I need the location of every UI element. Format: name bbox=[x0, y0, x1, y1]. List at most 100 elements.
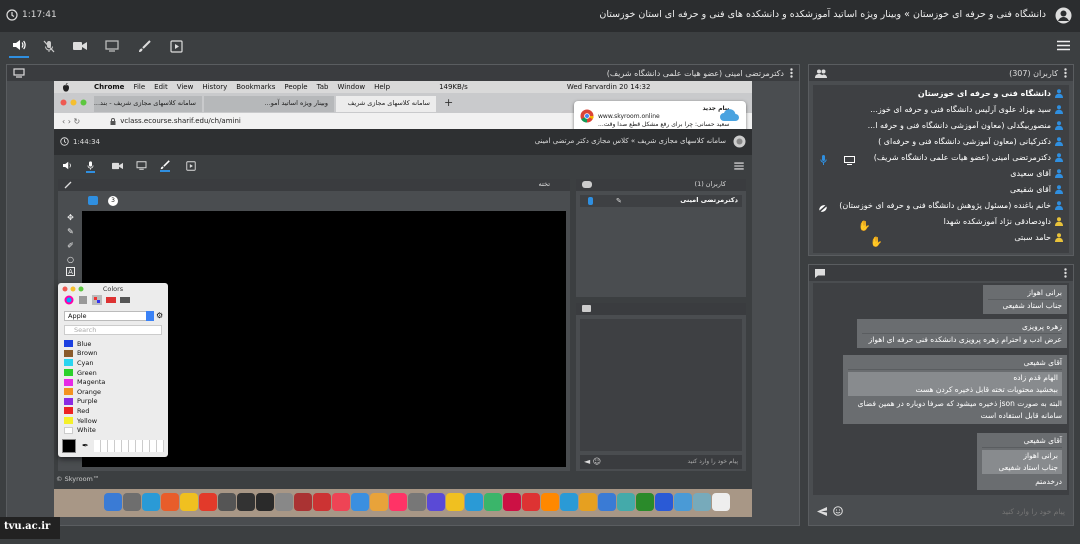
mac-clock: Wed Farvardin 20 14:32 bbox=[566, 83, 651, 91]
user-row[interactable]: آقای سعیدی bbox=[813, 165, 1069, 181]
nav-arrows-icon[interactable]: ‹ › ↻ bbox=[62, 117, 80, 126]
user-icon bbox=[1055, 200, 1063, 210]
inner-media-icon bbox=[186, 161, 196, 171]
hamburger-menu-icon[interactable] bbox=[1057, 40, 1070, 51]
dock-app-icon[interactable] bbox=[522, 493, 540, 511]
user-row[interactable]: دکترکیانی (معاون آموزشی دانشگاه فنی و حر… bbox=[813, 133, 1069, 149]
color-item[interactable]: Yellow bbox=[58, 416, 168, 426]
color-item[interactable]: Green bbox=[58, 368, 168, 378]
dock-app-icon[interactable] bbox=[180, 493, 198, 511]
user-row[interactable]: منصوربیگدلی (معاون آموزشی دانشگاه فنی و … bbox=[813, 117, 1069, 133]
inner-brush-small-icon: ✎ bbox=[616, 197, 622, 205]
chat-panel-header bbox=[809, 265, 1073, 281]
layers-icon bbox=[88, 196, 98, 205]
speaker-icon bbox=[13, 40, 26, 50]
camera-button[interactable] bbox=[70, 34, 90, 58]
panel-options-icon[interactable] bbox=[1064, 268, 1067, 278]
dock-app-icon[interactable] bbox=[161, 493, 179, 511]
dock-app-icon[interactable] bbox=[655, 493, 673, 511]
quote-text: ببخشید محتویات تخته قابل ذخیره کردن هست bbox=[915, 385, 1058, 394]
user-row[interactable]: دانشگاه فنی و حرفه ای خوزستان bbox=[813, 85, 1069, 101]
dock-app-icon[interactable] bbox=[541, 493, 559, 511]
dock-app-icon[interactable] bbox=[218, 493, 236, 511]
media-button[interactable] bbox=[166, 34, 186, 58]
dock-app-icon[interactable] bbox=[503, 493, 521, 511]
panel-options-icon[interactable] bbox=[1064, 68, 1067, 78]
dock-app-icon[interactable] bbox=[465, 493, 483, 511]
chat-input[interactable] bbox=[875, 503, 1065, 519]
dock-app-icon[interactable] bbox=[142, 493, 160, 511]
speaker-button[interactable] bbox=[9, 34, 29, 58]
dock-app-icon[interactable] bbox=[123, 493, 141, 511]
users-group-icon bbox=[815, 69, 827, 78]
dock-app-icon[interactable] bbox=[199, 493, 217, 511]
chrome-tab[interactable]: وبینار ویژه اساتید آمو... bbox=[204, 96, 334, 112]
account-icon[interactable] bbox=[1055, 7, 1072, 24]
dock-app-icon[interactable] bbox=[712, 493, 730, 511]
inner-chat-icon bbox=[582, 305, 591, 312]
color-search-input[interactable]: Search bbox=[64, 325, 162, 335]
dock-app-icon[interactable] bbox=[256, 493, 274, 511]
user-row[interactable]: خانم باغنده (مسئول پژوهش دانشگاه فنی و ح… bbox=[813, 197, 1069, 213]
user-icon bbox=[1055, 152, 1063, 162]
palette-select[interactable]: Apple bbox=[64, 311, 154, 321]
panel-options-icon[interactable] bbox=[790, 68, 793, 78]
dock-app-icon[interactable] bbox=[237, 493, 255, 511]
current-color-well[interactable] bbox=[62, 439, 76, 453]
dock-app-icon[interactable] bbox=[275, 493, 293, 511]
microphone-button[interactable] bbox=[39, 34, 59, 58]
whiteboard-button[interactable] bbox=[134, 34, 154, 58]
user-row[interactable]: آقای شفیعی bbox=[813, 181, 1069, 197]
dock-app-icon[interactable] bbox=[104, 493, 122, 511]
color-item[interactable]: Red bbox=[58, 406, 168, 416]
quote-text: جناب استاد شفیعی bbox=[998, 463, 1058, 472]
dock-app-icon[interactable] bbox=[617, 493, 635, 511]
dock-app-icon[interactable] bbox=[294, 493, 312, 511]
message-quote: الهام قدم زاده ببخشید محتویات تخته قابل … bbox=[848, 372, 1062, 396]
color-item[interactable]: Blue bbox=[58, 339, 168, 349]
color-swatches-strip[interactable] bbox=[94, 440, 164, 452]
dock-app-icon[interactable] bbox=[484, 493, 502, 511]
mac-menu-item: View bbox=[176, 83, 194, 91]
inner-menu-icon bbox=[734, 162, 744, 170]
emoji-icon[interactable] bbox=[833, 506, 843, 516]
color-item[interactable]: Orange bbox=[58, 387, 168, 397]
color-item[interactable]: Purple bbox=[58, 397, 168, 407]
user-row[interactable]: سید بهزاد علوی آرلیس دانشگاه فنی و حرفه … bbox=[813, 101, 1069, 117]
chrome-tab[interactable]: سامانه کلاسهای مجازی شریف - بند... bbox=[94, 96, 202, 112]
net-speed: 149KB/s bbox=[439, 83, 468, 91]
color-item[interactable]: Magenta bbox=[58, 377, 168, 387]
skyroom-logo-icon bbox=[720, 108, 740, 124]
dock-app-icon[interactable] bbox=[370, 493, 388, 511]
url-text[interactable]: vclass.ecourse.sharif.edu/ch/amini bbox=[120, 117, 241, 125]
color-swatch bbox=[64, 369, 73, 377]
color-item[interactable]: White bbox=[58, 425, 168, 435]
screen-share-button[interactable] bbox=[102, 34, 122, 58]
inner-camera-icon bbox=[112, 162, 123, 170]
mac-menu-item: History bbox=[202, 83, 228, 91]
dock-app-icon[interactable] bbox=[579, 493, 597, 511]
dock-app-icon[interactable] bbox=[332, 493, 350, 511]
dock-app-icon[interactable] bbox=[427, 493, 445, 511]
dock-app-icon[interactable] bbox=[313, 493, 331, 511]
chrome-tab-active[interactable]: سامانه کلاسهای مجازی شریف bbox=[336, 96, 436, 112]
dock-app-icon[interactable] bbox=[674, 493, 692, 511]
dock-app-icon[interactable] bbox=[446, 493, 464, 511]
user-row[interactable]: حامد سبتی bbox=[813, 229, 1069, 245]
color-item[interactable]: Cyan bbox=[58, 358, 168, 368]
colors-mode-icons bbox=[64, 295, 130, 305]
send-icon[interactable] bbox=[817, 506, 827, 516]
dock-app-icon[interactable] bbox=[560, 493, 578, 511]
palette-gear-icon[interactable]: ⚙ bbox=[156, 311, 163, 320]
dock-app-icon[interactable] bbox=[636, 493, 654, 511]
dock-app-icon[interactable] bbox=[408, 493, 426, 511]
dock-app-icon[interactable] bbox=[389, 493, 407, 511]
dock-app-icon[interactable] bbox=[693, 493, 711, 511]
user-row[interactable]: داودصادقی نژاد آموزشکده شهدا bbox=[813, 213, 1069, 229]
eyedropper-icon[interactable]: ✒ bbox=[82, 441, 89, 450]
new-tab-icon[interactable]: + bbox=[444, 96, 453, 109]
notification-text: سعید حسانی: چرا برای رفع مشکل قطع صدا وق… bbox=[598, 121, 730, 128]
dock-app-icon[interactable] bbox=[351, 493, 369, 511]
color-item[interactable]: Brown bbox=[58, 349, 168, 359]
dock-app-icon[interactable] bbox=[598, 493, 616, 511]
